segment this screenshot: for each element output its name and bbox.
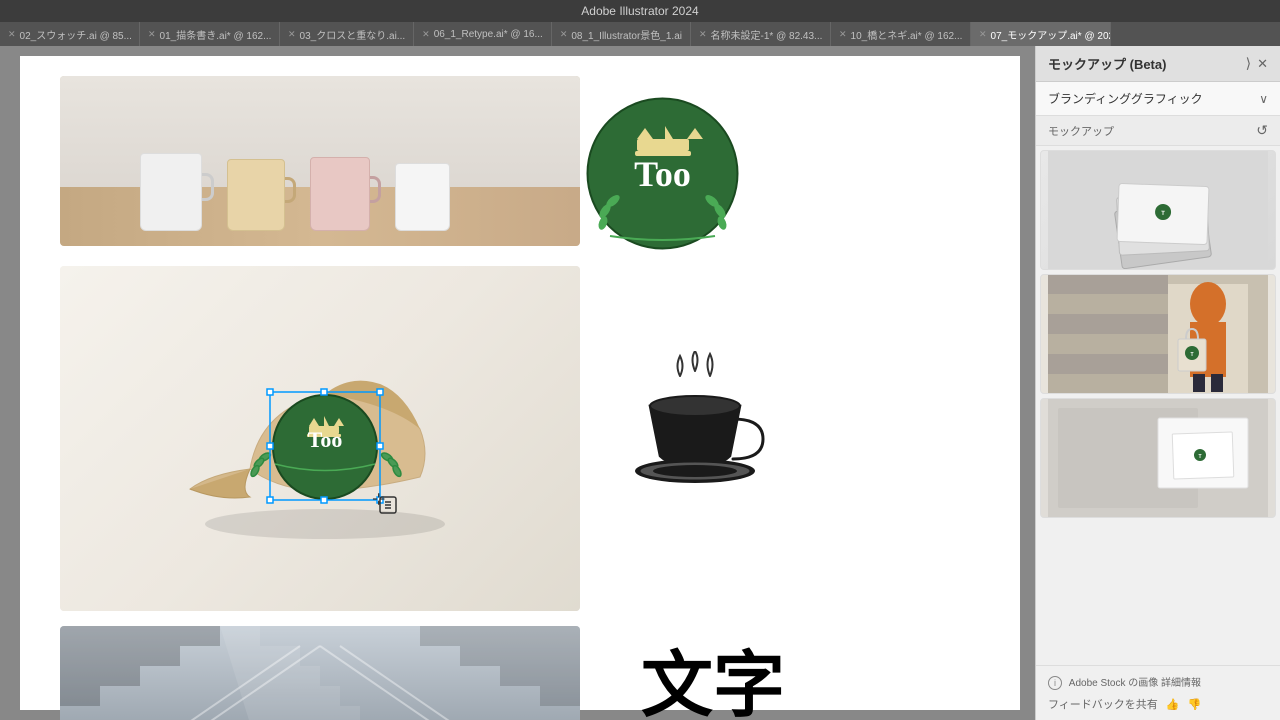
svg-text:T: T [1161, 211, 1165, 217]
tab-close-icon[interactable]: ✕ [839, 29, 847, 40]
tab-close-icon[interactable]: ✕ [560, 29, 568, 40]
section-label: ブランディンググラフィック [1048, 90, 1203, 107]
stock-info: i Adobe Stock の画像 詳細情報 [1048, 674, 1268, 690]
tab-label: 02_スウォッチ.ai @ 85... [20, 27, 132, 42]
japanese-text: 文字 [641, 626, 785, 720]
tab-label: 03_クロスと重なり.ai... [300, 27, 406, 42]
info-icon: i [1048, 676, 1062, 690]
tab-bridge[interactable]: ✕ 10_橋とネギ.ai* @ 162... [831, 22, 971, 46]
tab-label: 01_描条書き.ai* @ 162... [160, 27, 272, 42]
tab-close-icon[interactable]: ✕ [979, 29, 987, 40]
svg-text:T: T [1198, 454, 1201, 460]
tab-label: 10_橋とネギ.ai* @ 162... [851, 27, 963, 42]
panel-section-branding[interactable]: ブランディンググラフィック ∨ [1036, 82, 1280, 116]
tab-swatches[interactable]: ✕ 02_スウォッチ.ai @ 85... [0, 22, 140, 46]
app-title: Adobe Illustrator 2024 [581, 4, 698, 18]
thumbnail-item-tote-bag[interactable]: T [1040, 274, 1276, 394]
canvas-area: Too [0, 46, 1035, 720]
tab-label: 06_1_Retype.ai* @ 16... [434, 29, 543, 40]
cap-svg: Too [170, 329, 470, 549]
thumbnail-list: T T [1036, 146, 1280, 665]
thumbnail-item-business-cards[interactable]: T [1040, 150, 1276, 270]
panel-expand-icon[interactable]: ⟩ [1246, 55, 1251, 72]
refresh-icon[interactable]: ↺ [1256, 122, 1268, 139]
panel-close-button[interactable]: ✕ [1257, 56, 1268, 72]
tab-close-icon[interactable]: ✕ [699, 29, 707, 40]
tab-close-icon[interactable]: ✕ [8, 29, 16, 40]
tab-lines[interactable]: ✕ 01_描条書き.ai* @ 162... [140, 22, 280, 46]
tab-close-icon[interactable]: ✕ [288, 29, 296, 40]
mugs-photo [60, 76, 580, 246]
feedback-row: フィードバックを共有 👍 👎 [1048, 696, 1268, 712]
too-logo-circle: Too [585, 96, 740, 251]
chevron-down-icon: ∨ [1259, 92, 1268, 106]
feedback-label: フィードバックを共有 [1048, 696, 1158, 712]
tab-close-icon[interactable]: ✕ [422, 29, 430, 40]
building-photo [60, 626, 580, 720]
svg-text:⊹: ⊹ [372, 491, 385, 508]
artboard[interactable]: Too [0, 46, 1035, 720]
tab-landscape[interactable]: ✕ 08_1_Illustrator景色_1.ai [552, 22, 691, 46]
tab-cross[interactable]: ✕ 03_クロスと重なり.ai... [280, 22, 414, 46]
thumbnail-item-paper[interactable]: T [1040, 398, 1276, 518]
stock-info-text[interactable]: Adobe Stock の画像 詳細情報 [1069, 678, 1201, 689]
panel-title: モックアップ (Beta) [1048, 54, 1166, 73]
thumbs-up-icon[interactable]: 👍 [1166, 698, 1180, 711]
tab-bar: ✕ 02_スウォッチ.ai @ 85... ✕ 01_描条書き.ai* @ 16… [0, 22, 1280, 46]
thumbs-down-icon[interactable]: 👎 [1187, 698, 1201, 711]
panel-header: モックアップ (Beta) ⟩ ✕ [1036, 46, 1280, 82]
tab-untitled[interactable]: ✕ 名称未設定-1* @ 82.43... [691, 22, 831, 46]
coffee-cup-illustration [615, 351, 765, 491]
title-bar: Adobe Illustrator 2024 [0, 0, 1280, 22]
panel-footer: i Adobe Stock の画像 詳細情報 フィードバックを共有 👍 👎 [1036, 665, 1280, 720]
panel-sub-header: モックアップ ↺ [1036, 116, 1280, 146]
svg-text:Too: Too [634, 154, 691, 194]
tab-label: 08_1_Illustrator景色_1.ai [571, 27, 682, 42]
svg-text:T: T [1190, 352, 1193, 358]
sub-label: モックアップ [1048, 123, 1114, 139]
tab-retype[interactable]: ✕ 06_1_Retype.ai* @ 16... [414, 22, 552, 46]
svg-text:Too: Too [308, 427, 343, 452]
tab-close-icon[interactable]: ✕ [148, 29, 156, 40]
tab-label: 07_モックアップ.ai* @ 202.43 % [991, 27, 1111, 42]
right-panel: モックアップ (Beta) ⟩ ✕ ブランディンググラフィック ∨ モックアップ… [1035, 46, 1280, 720]
stairs-svg [60, 626, 580, 720]
tab-mockup[interactable]: ✕ 07_モックアップ.ai* @ 202.43 % [971, 22, 1111, 46]
cap-photo: Too [60, 266, 580, 611]
tab-label: 名称未設定-1* @ 82.43... [711, 27, 823, 42]
